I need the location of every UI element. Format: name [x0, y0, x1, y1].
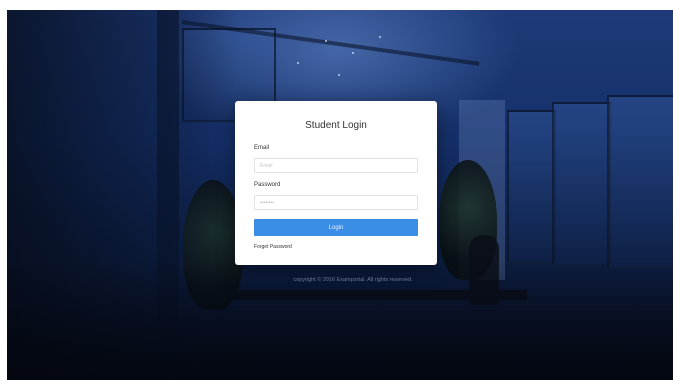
email-label: Email: [254, 145, 270, 151]
background-star: [379, 36, 381, 38]
background-star: [352, 52, 354, 54]
background-window: [507, 110, 556, 264]
login-title: Student Login: [305, 120, 367, 131]
background-window: [552, 102, 611, 266]
login-card: Student Login Email Password Login Forge…: [235, 101, 437, 265]
email-input[interactable]: [254, 158, 418, 173]
copyright-text: copyright © 2016 Examportal. All rights …: [293, 277, 413, 283]
password-input[interactable]: [254, 195, 418, 210]
background-star: [297, 62, 299, 64]
forgot-password-link[interactable]: Forget Password: [254, 244, 292, 250]
password-label: Password: [254, 182, 281, 188]
login-button[interactable]: Login: [254, 219, 418, 236]
background-window: [607, 95, 673, 269]
background-star: [338, 74, 340, 76]
page-frame: Student Login Email Password Login Forge…: [7, 10, 673, 380]
background-star: [325, 40, 327, 42]
